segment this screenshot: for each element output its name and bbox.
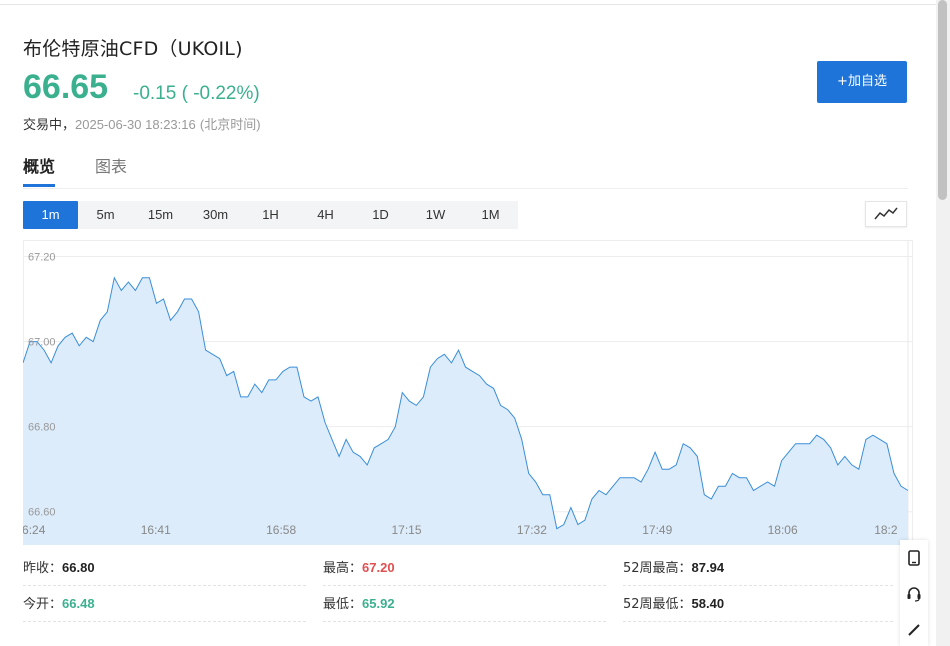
line-chart-icon: [874, 207, 898, 220]
mobile-icon: [908, 550, 920, 566]
price-area: [23, 277, 908, 545]
x-tick-label: 16:58: [266, 523, 296, 537]
x-tick-label: 17:49: [642, 523, 672, 537]
interval-1m[interactable]: 1m: [23, 201, 78, 229]
y-tick-label: 67.20: [28, 252, 56, 264]
edit-icon: [908, 624, 920, 636]
stat-prev-close: 昨收：66.80: [23, 550, 306, 586]
interval-1h[interactable]: 1H: [243, 201, 298, 229]
customer-service-button[interactable]: [900, 576, 928, 612]
interval-1mo[interactable]: 1M: [463, 201, 518, 229]
interval-30m[interactable]: 30m: [188, 201, 243, 229]
chart-type-toggle[interactable]: [865, 201, 907, 227]
interval-selector: 1m 5m 15m 30m 1H 4H 1D 1W 1M: [23, 201, 518, 229]
y-tick-label: 66.60: [28, 507, 56, 519]
tab-chart[interactable]: 图表: [95, 156, 127, 187]
status-text: 交易中，: [23, 118, 76, 133]
stat-low: 最低：65.92: [323, 586, 606, 622]
stat-52w-low: 52周最低：58.40: [623, 586, 893, 622]
headset-icon: [907, 587, 921, 602]
x-tick-label: 18:06: [768, 523, 798, 537]
add-to-watchlist-button[interactable]: +加自选: [817, 61, 907, 103]
instrument-title: 布伦特原油CFD（UKOIL): [23, 38, 243, 60]
x-tick-label: 18:2: [874, 523, 898, 537]
x-tick-label: 17:15: [391, 523, 421, 537]
side-toolbar: [900, 540, 928, 646]
trading-status: 交易中，2025-06-30 18:23:16 (北京时间): [23, 114, 261, 133]
y-tick-label: 66.80: [28, 422, 56, 434]
y-tick-label: 67.00: [28, 337, 56, 349]
top-divider: [0, 4, 936, 5]
interval-4h[interactable]: 4H: [298, 201, 353, 229]
timezone: (北京时间): [199, 117, 261, 132]
interval-15m[interactable]: 15m: [133, 201, 188, 229]
interval-1w[interactable]: 1W: [408, 201, 463, 229]
tab-bar: 概览 图表: [23, 156, 908, 189]
stat-high: 最高：67.20: [323, 550, 606, 586]
stat-open: 今开：66.48: [23, 586, 306, 622]
mobile-button[interactable]: [900, 540, 928, 576]
scrollbar-thumb[interactable]: [938, 0, 947, 200]
x-tick-label: 16:41: [141, 523, 171, 537]
stat-52w-high: 52周最高：87.94: [623, 550, 893, 586]
interval-1d[interactable]: 1D: [353, 201, 408, 229]
price-change: -0.15 ( -0.22%): [133, 83, 260, 104]
tab-overview[interactable]: 概览: [23, 156, 56, 187]
edit-button[interactable]: [900, 612, 928, 646]
interval-5m[interactable]: 5m: [78, 201, 133, 229]
price-chart[interactable]: 67.20 67.00 66.80 66.60 16:24 16:41 16:58 17:1…: [23, 240, 913, 545]
x-tick-label: 17:32: [517, 523, 547, 537]
x-tick-label: 16:24: [23, 523, 46, 537]
last-price: 66.65: [23, 68, 109, 106]
timestamp: 2025-06-30 18:23:16: [75, 117, 196, 132]
